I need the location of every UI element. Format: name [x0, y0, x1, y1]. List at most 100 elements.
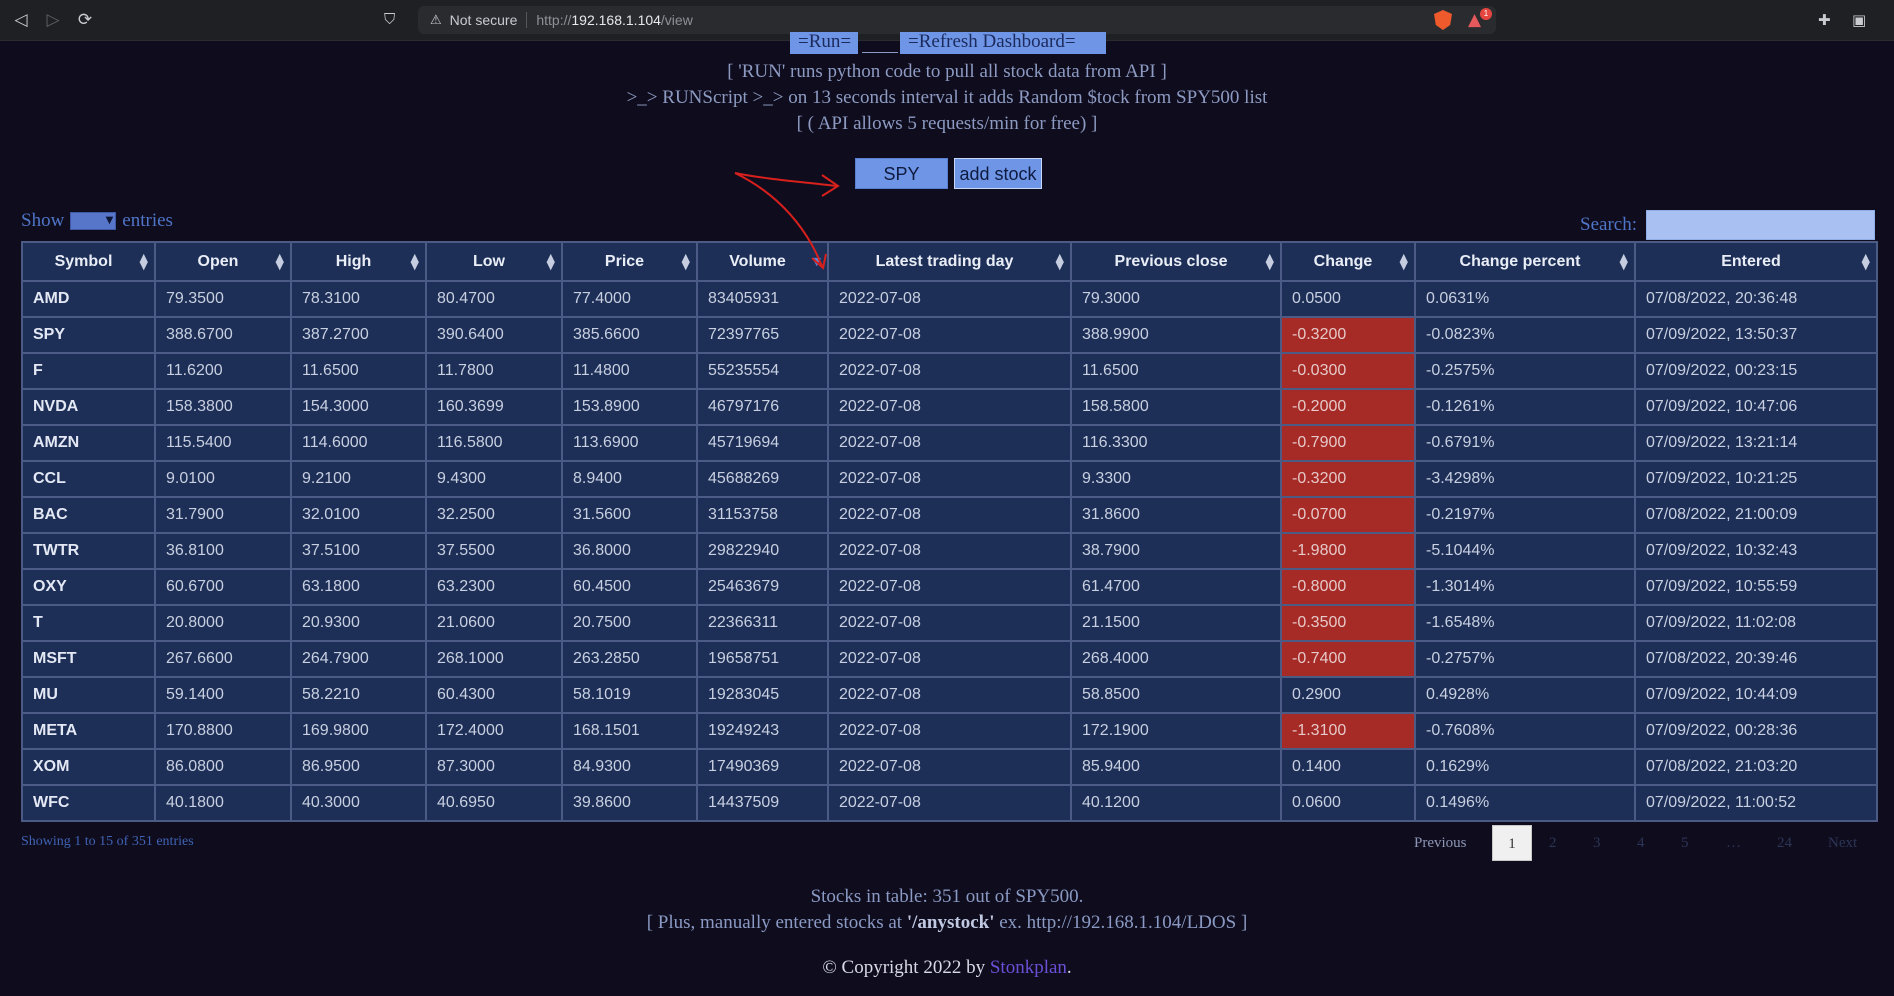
col-previous-close[interactable]: Previous close ▲ ▼ [1070, 241, 1282, 282]
cell-change-percent: 0.0631% [1414, 280, 1636, 318]
col-change-percent[interactable]: Change percent ▲ ▼ [1414, 241, 1636, 282]
cell-price: 31.5600 [561, 496, 698, 534]
table-row: TWTR 36.8100 37.5100 37.5500 36.8000 29822940… [21, 532, 1878, 570]
cell-symbol: MU [21, 676, 156, 714]
cell-entered: 07/09/2022, 10:21:25 [1634, 460, 1878, 498]
col-low[interactable]: Low ▲ ▼ [425, 241, 563, 282]
cell-low: 21.0600 [425, 604, 563, 642]
cell-low: 116.5800 [425, 424, 563, 462]
page-2-button[interactable]: 2 [1549, 825, 1557, 861]
col-price[interactable]: Price ▲ ▼ [561, 241, 698, 282]
back-icon[interactable]: ◁ [10, 9, 32, 31]
bookmark-icon[interactable]: ⛉ [384, 10, 395, 28]
wallet-icon[interactable]: ▣ [1852, 11, 1866, 29]
page-4-button[interactable]: 4 [1637, 825, 1645, 861]
cell-latest-trading-day: 2022-07-08 [827, 532, 1072, 570]
table-row: BAC 31.7900 32.0100 32.2500 31.5600 31153758 2… [21, 496, 1878, 534]
col-label: Price [604, 252, 645, 270]
spy-button[interactable]: SPY [855, 158, 948, 189]
page-24-button[interactable]: 24 [1777, 825, 1792, 861]
next-button[interactable]: Next [1828, 825, 1857, 861]
table-row: XOM 86.0800 86.9500 87.3000 84.9300 17490369 2… [21, 748, 1878, 786]
table-info: Showing 1 to 15 of 351 entries [21, 834, 194, 849]
page-3-button[interactable]: 3 [1593, 825, 1601, 861]
cell-latest-trading-day: 2022-07-08 [827, 352, 1072, 390]
forward-icon[interactable]: ▷ [42, 9, 64, 31]
cell-latest-trading-day: 2022-07-08 [827, 424, 1072, 462]
cell-previous-close: 172.1900 [1070, 712, 1282, 750]
cell-entered: 07/09/2022, 10:32:43 [1634, 532, 1878, 570]
cell-low: 80.4700 [425, 280, 563, 318]
cell-change-percent: -5.1044% [1414, 532, 1636, 570]
cell-previous-close: 58.8500 [1070, 676, 1282, 714]
col-label: Change [1313, 252, 1373, 270]
cell-change-percent: -1.3014% [1414, 568, 1636, 606]
cell-change-percent: -3.4298% [1414, 460, 1636, 498]
cell-high: 20.9300 [290, 604, 427, 642]
security-label: Not secure [449, 12, 518, 28]
cell-price: 60.4500 [561, 568, 698, 606]
col-symbol[interactable]: Symbol ▲ ▼ [21, 241, 156, 282]
col-entered[interactable]: Entered ▲ ▼ [1634, 241, 1878, 282]
cell-price: 113.6900 [561, 424, 698, 462]
col-open[interactable]: Open ▲ ▼ [154, 241, 292, 282]
reload-icon[interactable]: ⟳ [74, 9, 96, 31]
cell-high: 32.0100 [290, 496, 427, 534]
entries-select[interactable]: ▼ [70, 212, 117, 230]
brand-link[interactable]: Stonkplan [990, 957, 1067, 978]
cell-symbol: WFC [21, 784, 156, 822]
cell-volume: 25463679 [696, 568, 829, 606]
col-label: High [335, 252, 372, 270]
search-input[interactable] [1646, 210, 1875, 240]
add-stock-button[interactable]: add stock [954, 158, 1042, 189]
cell-change: 0.2900 [1280, 676, 1416, 714]
cell-volume: 19283045 [696, 676, 829, 714]
cell-entered: 07/08/2022, 21:03:20 [1634, 748, 1878, 786]
sort-icon: ▲ ▼ [546, 251, 555, 272]
run-button[interactable]: =Run= [790, 32, 858, 54]
cell-change-percent: 0.1629% [1414, 748, 1636, 786]
col-volume[interactable]: Volume ▼ [696, 241, 829, 282]
col-latest-trading-day[interactable]: Latest trading day ▲ ▼ [827, 241, 1072, 282]
col-change[interactable]: Change ▲ ▼ [1280, 241, 1416, 282]
cell-entered: 07/09/2022, 13:50:37 [1634, 316, 1878, 354]
previous-button[interactable]: Previous [1414, 825, 1467, 861]
url-path: /view [660, 12, 693, 28]
cell-previous-close: 40.1200 [1070, 784, 1282, 822]
cell-volume: 19658751 [696, 640, 829, 678]
cell-symbol: OXY [21, 568, 156, 606]
warning-icon: ⚠ [430, 12, 442, 28]
url-protocol: http:// [536, 12, 572, 28]
cell-open: 60.6700 [154, 568, 292, 606]
refresh-dashboard-button[interactable]: =Refresh Dashboard= [900, 32, 1106, 54]
cell-high: 264.7900 [290, 640, 427, 678]
cell-change-percent: -0.7608% [1414, 712, 1636, 750]
cell-change-percent: 0.4928% [1414, 676, 1636, 714]
col-high[interactable]: High ▲ ▼ [290, 241, 427, 282]
cell-entered: 07/08/2022, 21:00:09 [1634, 496, 1878, 534]
page-1-button[interactable]: 1 [1492, 825, 1532, 861]
cell-latest-trading-day: 2022-07-08 [827, 784, 1072, 822]
extensions-icon[interactable]: ✚ [1818, 11, 1831, 29]
cell-volume: 83405931 [696, 280, 829, 318]
table-row: WFC 40.1800 40.3000 40.6950 39.8600 14437509 2… [21, 784, 1878, 822]
copyright-period: . [1066, 957, 1072, 978]
cell-change: -0.8000 [1280, 568, 1416, 606]
cell-previous-close: 38.7900 [1070, 532, 1282, 570]
cell-open: 9.0100 [154, 460, 292, 498]
cell-entered: 07/09/2022, 10:55:59 [1634, 568, 1878, 606]
cell-high: 40.3000 [290, 784, 427, 822]
address-bar[interactable]: ⚠ Not secure http://192.168.1.104/view [418, 6, 1496, 34]
info-line-2: >_> RUNScript >_> on 13 seconds interval… [626, 87, 1268, 108]
table-row: OXY 60.6700 63.1800 63.2300 60.4500 25463679 2… [21, 568, 1878, 606]
sort-icon: ▲ ▼ [1265, 251, 1274, 272]
cell-change: -1.3100 [1280, 712, 1416, 750]
cell-previous-close: 79.3000 [1070, 280, 1282, 318]
cell-entered: 07/09/2022, 00:28:36 [1634, 712, 1878, 750]
cell-symbol: F [21, 352, 156, 390]
cell-high: 86.9500 [290, 748, 427, 786]
page-5-button[interactable]: 5 [1681, 825, 1689, 861]
cell-high: 114.6000 [290, 424, 427, 462]
url-host: 192.168.1.104 [571, 12, 661, 28]
cell-low: 172.4000 [425, 712, 563, 750]
